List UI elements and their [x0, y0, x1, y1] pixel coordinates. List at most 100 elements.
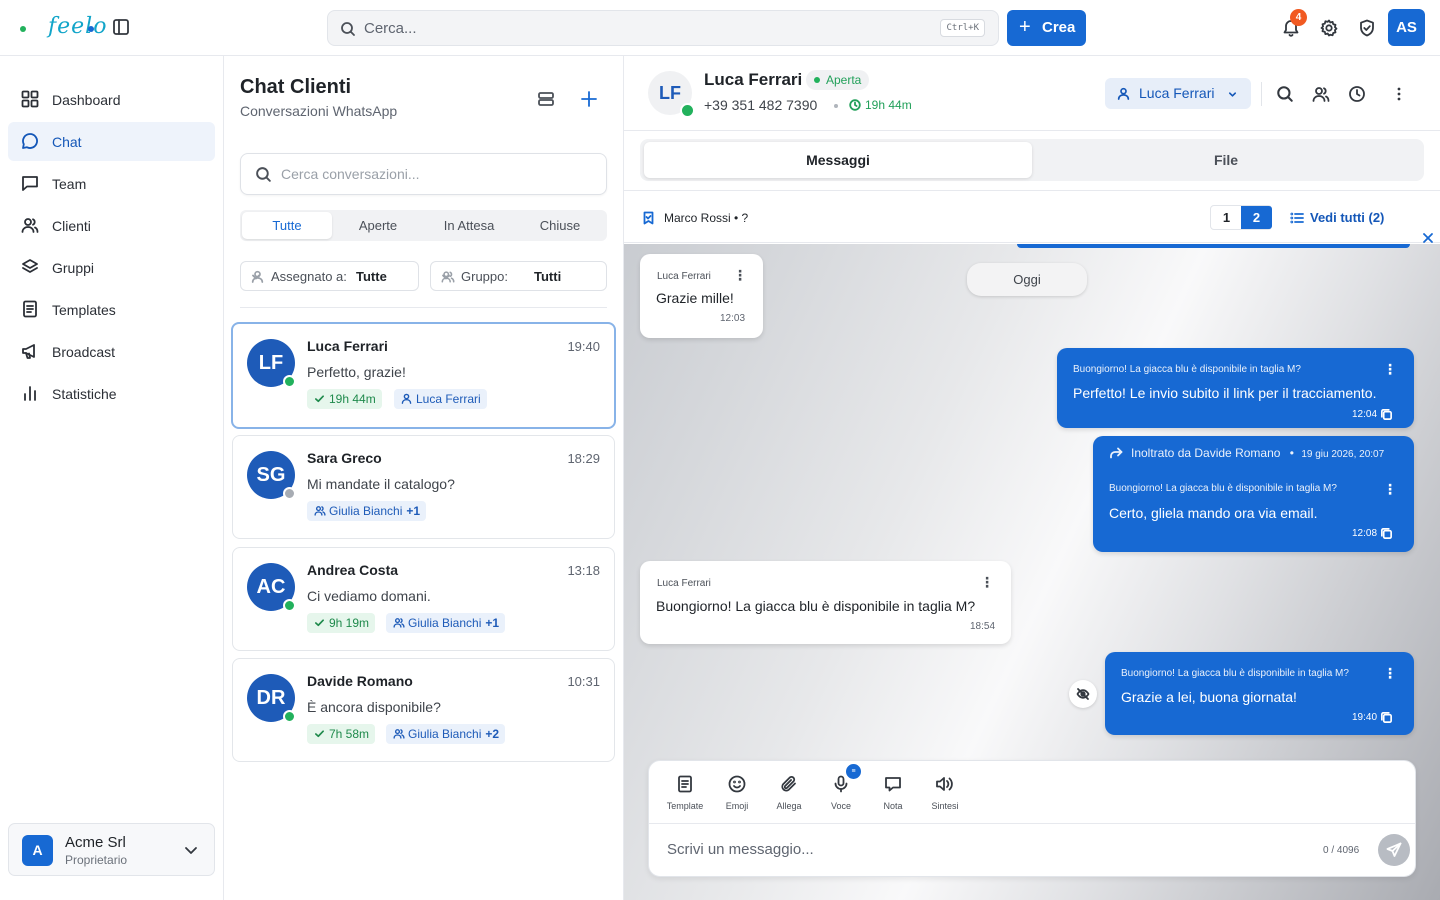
- message-input[interactable]: Scrivi un messaggio...: [667, 841, 814, 858]
- file-text-icon: [678, 775, 692, 793]
- pinned-page-button[interactable]: 1: [1211, 206, 1242, 229]
- sidebar-item-clienti[interactable]: Clienti: [8, 206, 215, 245]
- pinned-messages-bar: Marco Rossi • ? 1 2 Vedi tutti (2): [624, 190, 1440, 243]
- sidebar-item-templates[interactable]: Templates: [8, 290, 215, 329]
- previous-message-edge: [1017, 244, 1410, 248]
- message-time: 12:03: [720, 313, 746, 324]
- history-clock-icon[interactable]: [1348, 85, 1366, 103]
- pinned-message-preview[interactable]: Marco Rossi • ?: [664, 211, 748, 225]
- search-icon: [256, 167, 271, 182]
- copy-icon[interactable]: [1380, 711, 1393, 724]
- emoji-tool-button[interactable]: Emoji: [711, 775, 763, 823]
- more-vertical-icon[interactable]: ⋮: [980, 575, 994, 589]
- group-filter-select[interactable]: Gruppo: Tutti: [430, 261, 607, 291]
- shield-check-icon[interactable]: [1357, 18, 1377, 38]
- conversation-item[interactable]: DR Davide Romano 10:31 È ancora disponib…: [232, 658, 615, 762]
- conversation-item[interactable]: AC Andrea Costa 13:18 Ci vediamo domani.…: [232, 547, 615, 651]
- sidebar-item-team[interactable]: Team: [8, 164, 215, 203]
- filter-value: Tutte: [356, 269, 387, 284]
- sidebar-item-label: Chat: [52, 134, 82, 150]
- global-search-input[interactable]: Cerca... Ctrl+K: [327, 10, 999, 46]
- tab-in-attesa[interactable]: In Attesa: [424, 212, 514, 239]
- organization-switcher[interactable]: A Acme Srl Proprietario: [8, 823, 215, 876]
- sidebar-toggle-icon[interactable]: [111, 17, 131, 37]
- gear-icon[interactable]: [1319, 18, 1339, 38]
- quoted-message[interactable]: Buongiorno! La giacca blu è disponibile …: [1121, 668, 1349, 679]
- message-time: 12:08: [1352, 528, 1378, 539]
- chevron-down-icon: [442, 274, 450, 280]
- last-message-time: 13:18: [567, 563, 600, 578]
- tab-chiuse[interactable]: Chiuse: [515, 212, 605, 239]
- feelo-logo[interactable]: feelo: [18, 12, 106, 44]
- list-icon: [1290, 212, 1304, 224]
- online-status-dot: [283, 375, 296, 388]
- chat-header: LF Luca Ferrari Aperta +39 351 482 7390 …: [624, 56, 1440, 131]
- message-time: 18:54: [970, 621, 996, 632]
- response-timer-chip: 9h 19m: [307, 613, 376, 633]
- search-in-chat-icon[interactable]: [1276, 85, 1294, 103]
- sidebar-item-label: Gruppi: [52, 260, 95, 276]
- voice-tool-button[interactable]: Voce: [815, 775, 867, 823]
- more-vertical-icon[interactable]: [1390, 85, 1408, 103]
- sidebar-item-dashboard[interactable]: Dashboard: [8, 80, 215, 119]
- logo-dot-right-icon: [88, 26, 94, 32]
- sidebar-item-label: Dashboard: [52, 92, 121, 108]
- copy-icon[interactable]: [1380, 527, 1393, 540]
- offline-status-dot: [283, 487, 296, 500]
- conversation-search-input[interactable]: Cerca conversazioni...: [240, 153, 607, 195]
- conversation-item[interactable]: LF Luca Ferrari 19:40 Perfetto, grazie! …: [231, 322, 616, 429]
- quoted-message[interactable]: Buongiorno! La giacca blu è disponibile …: [1073, 364, 1301, 375]
- assigned-filter-select[interactable]: Assegnato a: Tutte: [240, 261, 419, 291]
- participants-icon[interactable]: [1312, 85, 1330, 103]
- online-status-dot: [283, 710, 296, 723]
- send-button[interactable]: [1378, 834, 1410, 866]
- sidebar-item-label: Statistiche: [52, 386, 117, 402]
- users-icon: [393, 729, 405, 739]
- tab-file[interactable]: File: [1032, 142, 1420, 178]
- assignee-select[interactable]: Luca Ferrari: [1105, 78, 1251, 109]
- layers-icon: [22, 259, 38, 273]
- quoted-message[interactable]: Buongiorno! La giacca blu è disponibile …: [1109, 483, 1337, 494]
- more-vertical-icon[interactable]: ⋮: [1383, 362, 1397, 376]
- speech-synthesis-tool-button[interactable]: Sintesi: [919, 775, 971, 823]
- create-button[interactable]: + Crea: [1007, 10, 1086, 46]
- voice-transcript-badge-icon: ≡: [846, 764, 861, 779]
- more-vertical-icon[interactable]: ⋮: [733, 268, 747, 282]
- sidebar-item-broadcast[interactable]: Broadcast: [8, 332, 215, 371]
- incoming-message[interactable]: Luca Ferrari ⋮ Buongiorno! La giacca blu…: [640, 561, 1011, 644]
- microphone-icon: [834, 775, 848, 793]
- template-tool-button[interactable]: Template: [659, 775, 711, 823]
- tab-messaggi[interactable]: Messaggi: [644, 142, 1032, 178]
- sidebar-item-chat[interactable]: Chat: [8, 122, 215, 161]
- tab-aperte[interactable]: Aperte: [333, 212, 423, 239]
- new-conversation-plus-icon[interactable]: [580, 90, 598, 108]
- attach-tool-button[interactable]: Allega: [763, 775, 815, 823]
- outgoing-message[interactable]: Buongiorno! La giacca blu è disponibile …: [1057, 348, 1414, 428]
- sidebar-item-gruppi[interactable]: Gruppi: [8, 248, 215, 287]
- smile-icon: [728, 775, 746, 793]
- pinned-page-button[interactable]: 2: [1241, 206, 1272, 229]
- sidebar-item-label: Templates: [52, 302, 116, 318]
- notification-badge: 4: [1290, 9, 1307, 26]
- more-vertical-icon[interactable]: ⋮: [1383, 482, 1397, 496]
- assignee-chip: Giulia Bianchi +1: [307, 501, 427, 521]
- conversation-item[interactable]: SG Sara Greco 18:29 Mi mandate il catalo…: [232, 435, 615, 539]
- forwarded-message[interactable]: Inoltrato da Davide Romano • 19 giu 2026…: [1093, 436, 1414, 552]
- view-all-pinned-link[interactable]: Vedi tutti (2): [1290, 210, 1384, 225]
- note-tool-button[interactable]: Nota: [867, 775, 919, 823]
- paperclip-icon: [781, 776, 796, 792]
- sidebar-item-statistiche[interactable]: Statistiche: [8, 374, 215, 413]
- message-text: Buongiorno! La giacca blu è disponibile …: [656, 598, 976, 614]
- contact-name: Sara Greco: [307, 450, 382, 466]
- copy-icon[interactable]: [1380, 408, 1393, 421]
- more-vertical-icon[interactable]: ⋮: [1383, 666, 1397, 680]
- volume-icon: [936, 777, 953, 791]
- list-view-icon[interactable]: [537, 90, 555, 108]
- top-bar: feelo Cerca... Ctrl+K + Crea 4 AS: [0, 0, 1440, 56]
- eye-off-icon[interactable]: [1069, 680, 1097, 708]
- chevron-down-icon: [185, 847, 197, 854]
- user-avatar[interactable]: AS: [1388, 9, 1425, 46]
- tab-tutte[interactable]: Tutte: [242, 212, 332, 239]
- outgoing-message[interactable]: Buongiorno! La giacca blu è disponibile …: [1105, 652, 1414, 735]
- incoming-message[interactable]: Luca Ferrari ⋮ Grazie mille! 12:03: [640, 254, 763, 338]
